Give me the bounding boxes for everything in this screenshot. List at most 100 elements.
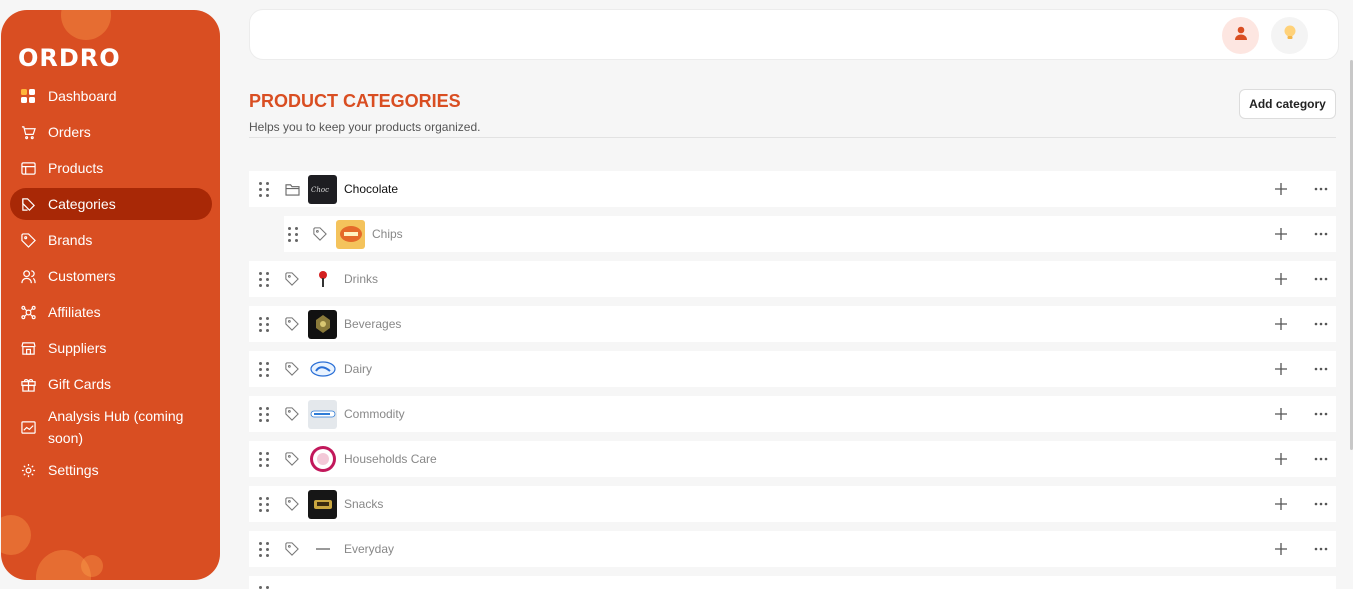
drag-handle-icon[interactable] — [259, 496, 269, 512]
category-thumbnail: Choc — [308, 174, 337, 204]
sidebar-item-dashboard[interactable]: Dashboard — [10, 80, 212, 112]
plus-icon[interactable] — [1273, 541, 1289, 557]
category-thumbnail — [308, 264, 337, 294]
more-options-icon[interactable] — [1313, 496, 1329, 512]
top-header — [249, 9, 1339, 60]
drag-handle-icon[interactable] — [288, 226, 298, 242]
category-row[interactable]: Snacks — [249, 486, 1336, 522]
category-icon — [20, 196, 36, 212]
sidebar-item-categories[interactable]: Categories — [10, 188, 212, 220]
drag-handle-icon[interactable] — [259, 541, 269, 557]
category-name: Beverages — [344, 317, 402, 331]
sidebar-item-settings[interactable]: Settings — [10, 454, 212, 486]
plus-icon[interactable] — [1273, 226, 1289, 242]
bulb-icon — [1282, 24, 1298, 47]
sidebar-item-products[interactable]: Products — [10, 152, 212, 184]
add-category-button[interactable]: Add category — [1239, 89, 1336, 119]
category-thumbnail — [336, 219, 365, 249]
decor-blob — [81, 555, 103, 577]
sidebar-item-gift-cards[interactable]: Gift Cards — [10, 368, 212, 400]
more-options-icon[interactable] — [1313, 271, 1329, 287]
category-name: Dairy — [344, 362, 373, 376]
plus-icon[interactable] — [1273, 406, 1289, 422]
sidebar-item-label: Orders — [48, 124, 91, 140]
tag-icon — [284, 541, 300, 557]
tag-icon — [284, 316, 300, 332]
decor-blob — [61, 10, 111, 40]
gift-icon — [20, 376, 36, 392]
sidebar-item-label: Suppliers — [48, 340, 107, 356]
ordro-logo[interactable]: ORDRO — [18, 44, 121, 72]
plus-icon[interactable] — [1273, 496, 1289, 512]
category-row[interactable]: Choc Chocolate — [249, 171, 1336, 207]
drag-handle-icon[interactable] — [259, 271, 269, 287]
page-subtitle: Helps you to keep your products organize… — [249, 120, 481, 134]
drag-handle-icon[interactable] — [259, 406, 269, 422]
sidebar: ORDRO Dashboard Orders Products Categori… — [1, 10, 220, 580]
category-thumbnail — [308, 354, 337, 384]
user-menu-button[interactable] — [1222, 17, 1259, 54]
sidebar-item-label: Gift Cards — [48, 376, 112, 392]
sidebar-item-affiliates[interactable]: Affiliates — [10, 296, 212, 328]
category-name: Drinks — [344, 272, 379, 286]
sidebar-item-orders[interactable]: Orders — [10, 116, 212, 148]
category-row[interactable]: Dairy — [249, 351, 1336, 387]
sidebar-item-label: Categories — [48, 196, 116, 212]
folder-icon — [284, 181, 300, 197]
category-row[interactable]: Commodity — [249, 396, 1336, 432]
tips-button[interactable] — [1271, 17, 1308, 54]
plus-icon[interactable] — [1273, 451, 1289, 467]
drag-handle-icon[interactable] — [259, 451, 269, 467]
tag-icon — [284, 406, 300, 422]
category-row[interactable]: Beverages — [249, 306, 1336, 342]
category-row[interactable]: Chips — [284, 216, 1336, 252]
more-options-icon[interactable] — [1313, 451, 1329, 467]
sidebar-item-label: Analysis Hub (coming soon) — [48, 408, 184, 446]
drag-handle-icon[interactable] — [259, 316, 269, 332]
sidebar-item-label: Products — [48, 160, 104, 176]
decor-blob — [1, 515, 31, 555]
users-icon — [20, 268, 36, 284]
box-icon — [20, 160, 36, 176]
sidebar-item-customers[interactable]: Customers — [10, 260, 212, 292]
more-options-icon[interactable] — [1313, 406, 1329, 422]
plus-icon[interactable] — [1273, 181, 1289, 197]
cart-icon — [20, 124, 36, 140]
tag-icon — [284, 271, 300, 287]
chart-icon — [20, 419, 36, 435]
category-name: Everyday — [344, 542, 395, 556]
sidebar-item-analysis-hub[interactable]: Analysis Hub (coming soon) — [10, 404, 212, 450]
category-thumbnail — [308, 534, 337, 564]
gear-icon — [20, 462, 36, 478]
drag-handle-icon[interactable] — [259, 361, 269, 377]
more-options-icon[interactable] — [1313, 181, 1329, 197]
category-name: Commodity — [344, 407, 405, 421]
more-options-icon[interactable] — [1313, 226, 1329, 242]
network-icon — [20, 304, 36, 320]
category-row-partial[interactable] — [249, 576, 1336, 589]
plus-icon[interactable] — [1273, 316, 1289, 332]
sidebar-item-suppliers[interactable]: Suppliers — [10, 332, 212, 364]
page-title: PRODUCT CATEGORIES — [249, 91, 461, 111]
category-thumbnail — [308, 444, 337, 474]
tag-icon — [20, 232, 36, 248]
divider — [249, 137, 1336, 138]
category-row[interactable]: Households Care — [249, 441, 1336, 477]
tag-icon — [312, 226, 328, 242]
plus-icon[interactable] — [1273, 361, 1289, 377]
tag-icon — [284, 496, 300, 512]
store-icon — [20, 340, 36, 356]
category-name: Chocolate — [344, 182, 399, 196]
sidebar-item-brands[interactable]: Brands — [10, 224, 212, 256]
plus-icon[interactable] — [1273, 271, 1289, 287]
drag-handle-icon[interactable] — [259, 181, 269, 197]
user-icon — [1233, 25, 1249, 46]
more-options-icon[interactable] — [1313, 361, 1329, 377]
category-name: Households Care — [344, 452, 437, 466]
category-row[interactable]: Everyday — [249, 531, 1336, 567]
more-options-icon[interactable] — [1313, 541, 1329, 557]
grid-icon — [20, 88, 36, 104]
more-options-icon[interactable] — [1313, 316, 1329, 332]
category-row[interactable]: Drinks — [249, 261, 1336, 297]
category-name: Snacks — [344, 497, 384, 511]
